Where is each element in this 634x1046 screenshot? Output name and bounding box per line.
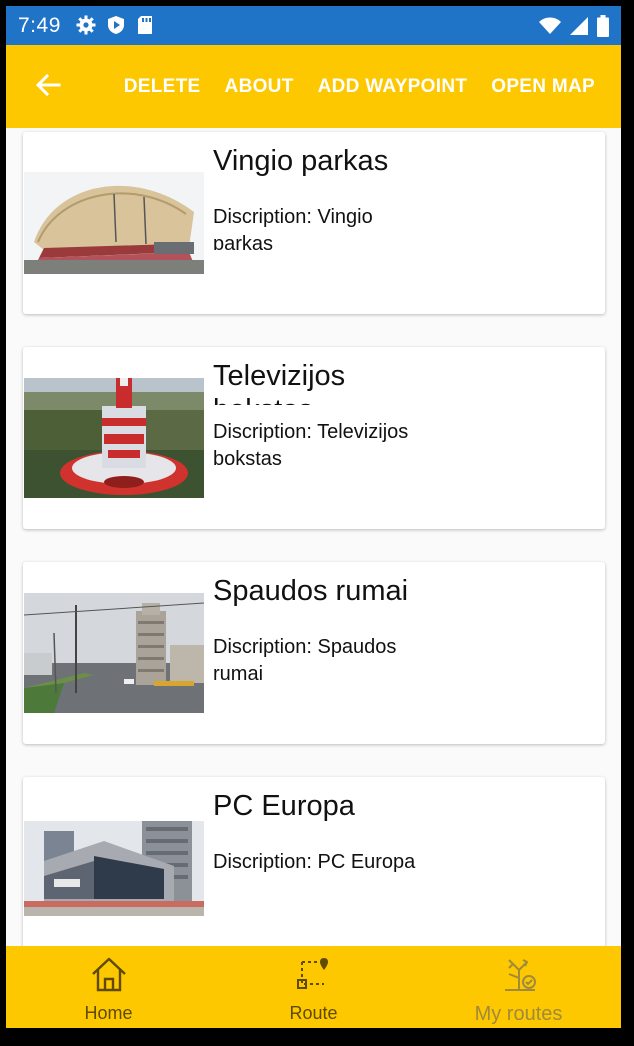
about-button[interactable]: ABOUT [213, 76, 306, 98]
waypoint-list: Vingio parkas Discription: Vingio parkas [6, 128, 621, 946]
waypoint-title: Spaudos rumai [213, 575, 409, 607]
waypoint-card[interactable]: PC Europa Discription: PC Europa [23, 777, 605, 946]
bottom-navigation: Home Route My routes [6, 946, 621, 1028]
nav-my-routes-label: My routes [474, 1003, 563, 1025]
battery-icon [597, 15, 609, 42]
waypoint-card[interactable]: Spaudos rumai Discription: Spaudos rumai [23, 562, 605, 744]
waypoint-card[interactable]: Vingio parkas Discription: Vingio parkas [23, 132, 605, 314]
wifi-icon [539, 16, 561, 41]
waypoint-image [24, 593, 204, 713]
gear-icon [76, 15, 96, 40]
app-bar: DELETE ABOUT ADD WAYPOINT OPEN MAP [6, 45, 621, 128]
sd-card-icon [136, 15, 154, 40]
shield-play-icon [106, 15, 126, 40]
waypoint-image [24, 821, 204, 916]
open-map-button[interactable]: OPEN MAP [479, 76, 607, 98]
route-icon [294, 956, 334, 997]
nav-home[interactable]: Home [6, 946, 211, 1028]
waypoint-description: Discription: Televizijos bokstas [213, 421, 409, 465]
nav-my-routes[interactable]: My routes [416, 946, 621, 1028]
waypoint-image [24, 172, 204, 274]
waypoint-description: Discription: PC Europa [213, 851, 416, 873]
waypoint-description: Discription: Vingio parkas [213, 206, 373, 250]
add-waypoint-button[interactable]: ADD WAYPOINT [306, 76, 480, 98]
status-icons-right [539, 15, 609, 42]
waypoint-title: Televizijos bokstas [213, 360, 346, 405]
status-icons-left [76, 15, 154, 40]
my-routes-icon [499, 956, 539, 997]
status-bar: 7:49 [6, 6, 621, 45]
waypoint-title: Vingio parkas [213, 145, 389, 177]
delete-button[interactable]: DELETE [112, 76, 213, 98]
signal-icon [569, 16, 589, 41]
waypoint-description: Discription: Spaudos rumai [213, 636, 397, 680]
status-time: 7:49 [18, 14, 61, 37]
nav-route[interactable]: Route [211, 946, 416, 1028]
back-button[interactable] [30, 69, 66, 105]
arrow-left-icon [35, 72, 61, 103]
home-icon [89, 956, 129, 997]
waypoint-title: PC Europa [213, 790, 355, 822]
app-frame: 7:49 DELETE ABOUT ADD WAYPOINT OPEN MAP … [6, 6, 621, 1028]
nav-home-label: Home [84, 1003, 133, 1023]
app-bar-actions: DELETE ABOUT ADD WAYPOINT OPEN MAP [112, 45, 607, 128]
waypoint-card[interactable]: Televizijos bokstas Discription: Televiz… [23, 347, 605, 529]
nav-route-label: Route [289, 1003, 338, 1023]
waypoint-image [24, 378, 204, 498]
